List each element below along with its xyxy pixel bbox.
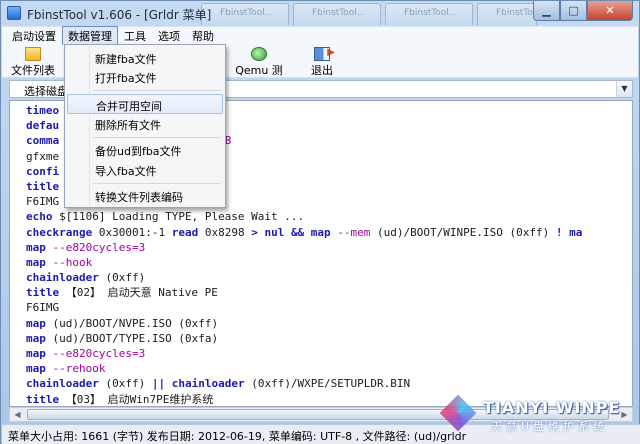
code-line[interactable]: map --e820cycles=3	[26, 346, 582, 361]
code-line[interactable]: title 【02】 启动天意 Native PE	[26, 285, 582, 300]
menu-separator	[93, 90, 221, 91]
minimize-button[interactable]: ▁	[533, 1, 560, 21]
code-token: (0xff)	[98, 271, 146, 285]
title-bar[interactable]: FbinstTool v1.606 - [Grldr 菜单] ▁ □ ✕	[1, 1, 639, 25]
code-token: title	[26, 179, 60, 193]
code-token: --rehook	[45, 362, 106, 376]
code-token: map	[26, 240, 46, 254]
code-token: comma	[26, 134, 60, 148]
code-token: (0xff)/WXPE/SETUPLDR.BIN	[244, 377, 411, 391]
file-list-button[interactable]: 文件列表	[10, 47, 56, 78]
disk-selector-label: 选择磁盘	[24, 85, 68, 98]
menu-options[interactable]: 选项	[152, 26, 186, 46]
app-window: FbinstTool... FbinstTool... FbinstTool..…	[0, 0, 640, 444]
menu-bar: 启动设置 数据管理 工具 选项 帮助	[2, 26, 638, 46]
menu-item-backup-ud-to-fba[interactable]: 备份ud到fba文件	[67, 140, 223, 160]
code-token: 【02】 启动天意 Native PE	[59, 286, 218, 300]
maximize-icon: □	[568, 4, 579, 17]
code-token: ! ma	[555, 225, 583, 239]
code-token: (ud)/BOOT/NVPE.ISO (0xff)	[45, 316, 219, 330]
code-line[interactable]: chainloader (0xff)	[26, 270, 582, 285]
code-token: map	[26, 347, 46, 360]
exit-label: 退出	[311, 64, 333, 77]
code-token: $[1106] Loading TYPE, Please Wait ...	[52, 210, 305, 224]
folder-icon	[25, 47, 41, 61]
code-token: title	[26, 392, 60, 406]
app-icon	[7, 6, 21, 20]
code-token: F6IMG	[26, 301, 60, 315]
data-management-dropdown: 新建fba文件 打开fba文件 合并可用空间 删除所有文件 备份ud到fba文件…	[64, 44, 226, 208]
code-token: chainloader	[26, 271, 99, 285]
code-token: confi	[26, 164, 60, 178]
code-token: checkrange	[26, 225, 93, 239]
code-token: chainloader	[165, 377, 245, 391]
watermark-title: TIANYI WINPE	[483, 398, 621, 417]
file-list-label: 文件列表	[11, 64, 55, 77]
exit-icon	[314, 47, 335, 61]
code-line[interactable]: echo $[1106] Loading TYPE, Please Wait .…	[26, 209, 582, 224]
code-token: map	[26, 316, 46, 330]
code-line[interactable]: map --hook	[26, 255, 582, 270]
watermark-logo-icon	[439, 394, 477, 432]
minimize-icon: ▁	[542, 4, 551, 17]
scroll-left-icon[interactable]: ◀	[10, 408, 25, 421]
code-token: --mem	[330, 225, 371, 239]
code-token: F6IMG	[26, 195, 60, 209]
code-token: chainloader	[26, 377, 99, 391]
code-token: map	[26, 331, 46, 345]
window-title: FbinstTool v1.606 - [Grldr 菜单]	[27, 8, 212, 22]
menu-startup-settings[interactable]: 启动设置	[6, 26, 62, 46]
qemu-icon	[251, 47, 267, 61]
code-line[interactable]: chainloader (0xff) || chainloader (0xff)…	[26, 376, 582, 391]
code-token: echo	[26, 210, 53, 224]
code-token: timeo	[26, 104, 60, 117]
menu-item-merge-free-space[interactable]: 合并可用空间	[67, 94, 223, 114]
menu-separator	[93, 183, 221, 184]
code-line[interactable]: map --e820cycles=3	[26, 240, 582, 255]
menu-item-open-fba[interactable]: 打开fba文件	[67, 67, 223, 87]
menu-data-management[interactable]: 数据管理	[62, 26, 118, 46]
code-token: --hook	[45, 255, 93, 269]
menu-item-import-fba[interactable]: 导入fba文件	[67, 160, 223, 180]
close-icon: ✕	[605, 4, 615, 17]
code-token: gfxme	[26, 149, 60, 163]
code-token: 【03】 启动Win7PE维护系统	[59, 392, 214, 406]
code-line[interactable]: map (ud)/BOOT/NVPE.ISO (0xff)	[26, 316, 582, 331]
chevron-down-icon[interactable]: ▼	[616, 81, 632, 97]
code-line[interactable]: map --rehook	[26, 361, 582, 376]
menu-help[interactable]: 帮助	[186, 26, 220, 46]
menu-separator	[93, 137, 221, 138]
code-line[interactable]: F6IMG	[26, 300, 582, 315]
code-token: map	[26, 255, 46, 269]
menu-tools[interactable]: 工具	[118, 26, 152, 46]
menu-item-convert-file-list-encoding[interactable]: 转换文件列表编码	[67, 186, 223, 206]
code-token: (ud)/BOOT/WINPE.ISO (0xff)	[370, 225, 556, 239]
code-token: (ud)/BOOT/TYPE.ISO (0xfa)	[45, 331, 219, 345]
menu-item-new-fba[interactable]: 新建fba文件	[67, 48, 223, 68]
watermark: TIANYI WINPE 天意U盘维护系统	[439, 394, 633, 438]
window-controls: ▁ □ ✕	[533, 1, 633, 21]
code-token: ||	[151, 377, 166, 391]
code-token: --e820cycles=3	[45, 240, 146, 254]
code-line[interactable]: checkrange 0x30001:-1 read 0x8298 > nul …	[26, 225, 582, 240]
code-token: defau	[26, 119, 60, 133]
code-token: 0x8298	[198, 225, 252, 239]
close-button[interactable]: ✕	[587, 1, 633, 21]
maximize-button[interactable]: □	[560, 1, 587, 21]
code-token: 0x30001:-1	[92, 225, 172, 239]
code-token: (0xff)	[98, 377, 152, 391]
code-token: > nul && map	[251, 225, 331, 239]
code-token: --e820cycles=3	[45, 347, 146, 360]
code-token: title	[26, 286, 60, 300]
menu-item-delete-all-files[interactable]: 删除所有文件	[67, 114, 223, 134]
code-token: map	[26, 362, 46, 376]
exit-button[interactable]: 退出	[306, 47, 338, 78]
code-line[interactable]: map (ud)/BOOT/TYPE.ISO (0xfa)	[26, 331, 582, 346]
code-token: read	[171, 225, 199, 239]
watermark-subtitle: 天意U盘维护系统	[491, 420, 609, 433]
